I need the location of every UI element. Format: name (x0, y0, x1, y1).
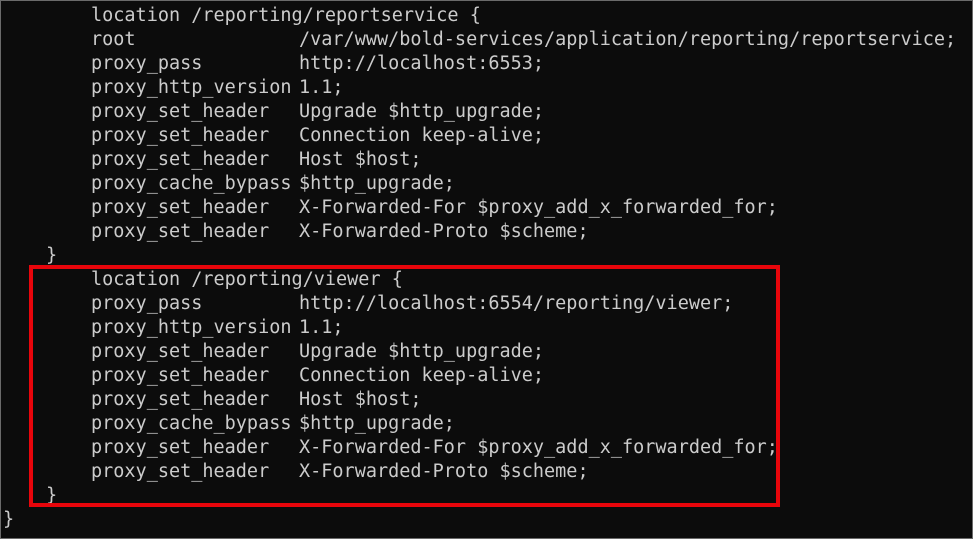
directive: root (91, 29, 136, 50)
directive-value: Host $host; (299, 149, 422, 170)
directive: proxy_cache_bypass (91, 413, 292, 434)
directive-value: http://localhost:6553; (299, 53, 545, 74)
directive: proxy_cache_bypass (91, 173, 292, 194)
directive: proxy_set_header (91, 365, 270, 386)
directive-value: X-Forwarded-For $proxy_add_x_forwarded_f… (299, 197, 778, 218)
directive-value: Upgrade $http_upgrade; (299, 101, 545, 122)
directive-value: /var/www/bold-services/application/repor… (299, 29, 957, 50)
directive-value: Host $host; (299, 389, 422, 410)
directive-value: Upgrade $http_upgrade; (299, 341, 545, 362)
config-line: proxy_set_header Upgrade $http_upgrade; (1, 100, 544, 124)
directive: proxy_set_header (91, 389, 270, 410)
directive-value: Connection keep-alive; (299, 365, 545, 386)
config-line: proxy_set_header X-Forwarded-Proto $sche… (1, 220, 589, 244)
directive-value: http://localhost:6554/reporting/viewer; (299, 293, 734, 314)
directive-value: X-Forwarded-For $proxy_add_x_forwarded_f… (299, 437, 778, 458)
config-line: root /var/www/bold-services/application/… (1, 28, 956, 52)
directive: proxy_set_header (91, 461, 270, 482)
config-line: proxy_cache_bypass $http_upgrade; (1, 412, 455, 436)
location-opener-reportservice: location /reporting/reportservice { (91, 5, 481, 26)
config-line: proxy_set_header Connection keep-alive; (1, 124, 544, 148)
directive: proxy_pass (91, 293, 203, 314)
config-line: proxy_pass http://localhost:6554/reporti… (1, 292, 733, 316)
directive: proxy_set_header (91, 149, 270, 170)
directive-value: $http_upgrade; (299, 413, 455, 434)
config-line: proxy_set_header Host $host; (1, 388, 422, 412)
config-line: proxy_set_header Upgrade $http_upgrade; (1, 340, 544, 364)
directive-value: $http_upgrade; (299, 173, 455, 194)
directive: proxy_set_header (91, 437, 270, 458)
config-line: proxy_pass http://localhost:6553; (1, 52, 544, 76)
directive-value: X-Forwarded-Proto $scheme; (299, 221, 589, 242)
config-line: proxy_set_header X-Forwarded-For $proxy_… (1, 436, 778, 460)
directive-value: 1.1; (299, 317, 344, 338)
directive: proxy_set_header (91, 101, 270, 122)
location-closer-reportservice: } (46, 245, 58, 266)
server-block-closer: } (3, 509, 15, 530)
config-line: proxy_set_header X-Forwarded-For $proxy_… (1, 196, 778, 220)
config-line: proxy_cache_bypass $http_upgrade; (1, 172, 455, 196)
terminal-window[interactable]: location /reporting/reportservice { root… (0, 0, 973, 539)
config-line: proxy_set_header Connection keep-alive; (1, 364, 544, 388)
directive-value: 1.1; (299, 77, 344, 98)
directive: proxy_set_header (91, 197, 270, 218)
directive: proxy_http_version (91, 77, 292, 98)
config-line: proxy_set_header X-Forwarded-Proto $sche… (1, 460, 589, 484)
directive-value: X-Forwarded-Proto $scheme; (299, 461, 589, 482)
config-line: proxy_http_version 1.1; (1, 76, 344, 100)
config-line: proxy_set_header Host $host; (1, 148, 422, 172)
directive-value: Connection keep-alive; (299, 125, 545, 146)
directive: proxy_set_header (91, 341, 270, 362)
directive: proxy_http_version (91, 317, 292, 338)
config-line: proxy_http_version 1.1; (1, 316, 344, 340)
directive: proxy_set_header (91, 125, 270, 146)
directive: proxy_set_header (91, 221, 270, 242)
location-opener-viewer: location /reporting/viewer { (91, 269, 403, 290)
location-closer-viewer: } (46, 485, 58, 506)
directive: proxy_pass (91, 53, 203, 74)
